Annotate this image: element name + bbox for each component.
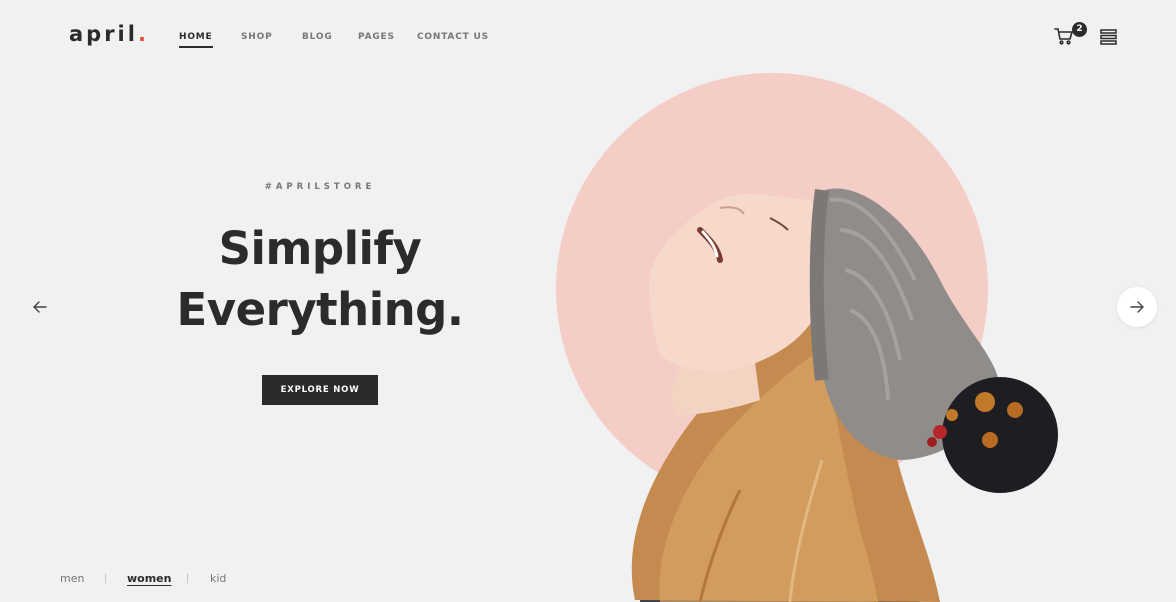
- hero-headline: Simplify Everything.: [120, 218, 520, 340]
- brand-name: april: [69, 22, 138, 46]
- category-separator: |: [186, 573, 190, 584]
- hero-tagline: #APRILSTORE: [264, 182, 376, 192]
- nav-item-shop[interactable]: SHOP: [241, 32, 272, 42]
- nav-item-home[interactable]: HOME: [179, 32, 213, 48]
- nav-item-pages[interactable]: PAGES: [358, 32, 395, 42]
- nav-item-contact-us[interactable]: CONTACT US: [417, 32, 489, 42]
- category-separator: |: [104, 573, 108, 584]
- menu-icon[interactable]: [1100, 29, 1117, 45]
- cart-count-badge: 2: [1072, 22, 1087, 37]
- hero-headline-line2: Everything.: [176, 283, 464, 336]
- brand-dot: .: [137, 22, 149, 46]
- category-kid[interactable]: kid: [210, 572, 226, 585]
- slider-next-button[interactable]: [1117, 287, 1157, 327]
- hero-model-image: [631, 188, 1058, 602]
- arrow-right-icon: [1130, 301, 1144, 313]
- nav-item-blog[interactable]: BLOG: [302, 32, 333, 42]
- category-men[interactable]: men: [60, 572, 84, 585]
- category-women[interactable]: women: [127, 572, 171, 585]
- hero-headline-line1: Simplify: [218, 222, 422, 275]
- brand-logo[interactable]: april.: [69, 22, 149, 46]
- explore-now-button[interactable]: EXPLORE NOW: [262, 375, 378, 405]
- arrow-left-icon[interactable]: [30, 297, 50, 317]
